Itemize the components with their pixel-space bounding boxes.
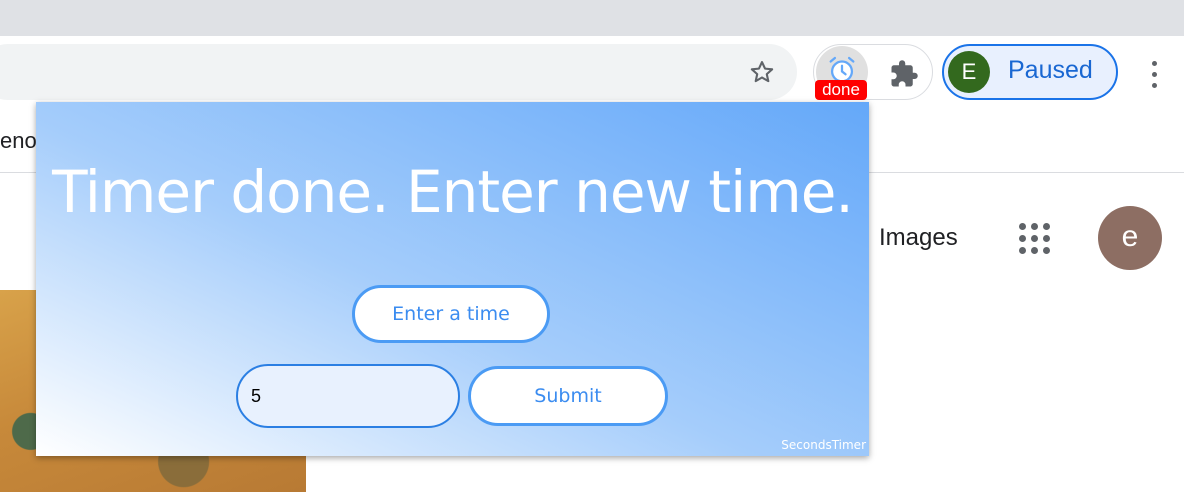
- time-input[interactable]: [236, 364, 460, 428]
- address-bar[interactable]: [0, 44, 797, 100]
- popup-title: Timer done. Enter new time.: [52, 158, 854, 226]
- profile-avatar[interactable]: E: [948, 51, 990, 93]
- timer-popup: Timer done. Enter new time. Enter a time…: [36, 102, 869, 456]
- brand-label: SecondsTimer: [781, 438, 866, 452]
- browser-tab-strip: [0, 0, 1184, 36]
- browser-toolbar: done E Paused: [0, 36, 1184, 102]
- apps-grid-icon[interactable]: [1014, 218, 1054, 258]
- bookmark-star-icon[interactable]: [744, 54, 780, 90]
- more-menu-icon[interactable]: [1140, 54, 1168, 94]
- timer-status-badge: done: [815, 80, 867, 100]
- puzzle-icon[interactable]: [884, 54, 924, 94]
- bookmark-item-label[interactable]: eno: [0, 128, 37, 154]
- enter-time-button[interactable]: Enter a time: [352, 285, 550, 343]
- submit-button[interactable]: Submit: [468, 366, 668, 426]
- account-avatar[interactable]: e: [1098, 206, 1162, 270]
- images-link[interactable]: Images: [879, 224, 958, 252]
- profile-status-label[interactable]: Paused: [1008, 56, 1093, 85]
